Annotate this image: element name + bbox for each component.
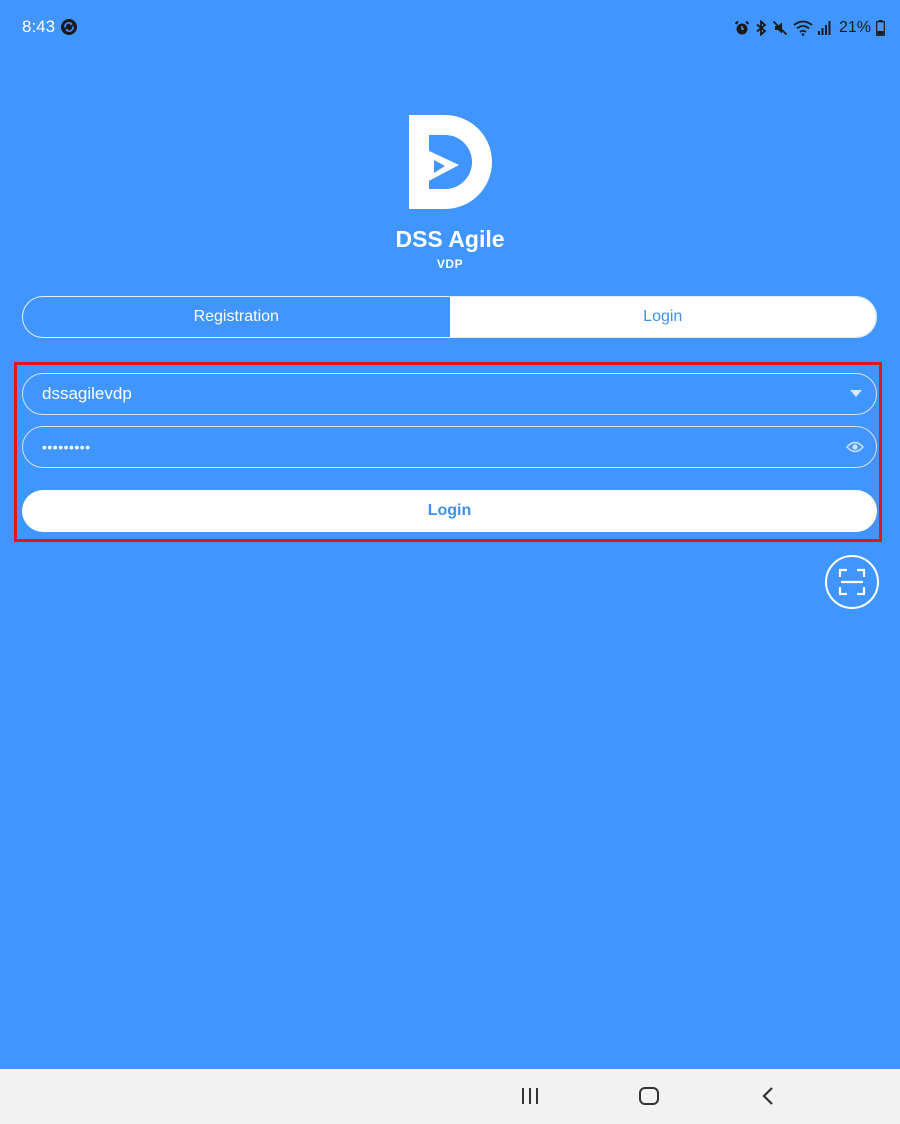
signal-icon bbox=[818, 21, 831, 35]
mute-icon bbox=[772, 20, 788, 36]
status-icons: 21% bbox=[734, 18, 885, 38]
battery-percentage: 21% bbox=[839, 19, 872, 36]
scan-icon bbox=[838, 568, 866, 596]
bluetooth-icon bbox=[756, 20, 767, 36]
recent-apps-icon[interactable] bbox=[520, 1085, 540, 1107]
scan-qr-button[interactable] bbox=[825, 555, 879, 609]
alarm-icon bbox=[734, 20, 750, 35]
show-password-eye-icon[interactable] bbox=[846, 440, 864, 454]
back-icon[interactable] bbox=[758, 1085, 778, 1107]
dropdown-arrow-icon[interactable] bbox=[850, 390, 862, 398]
app-subtitle: VDP bbox=[436, 257, 464, 271]
username-value: dssagilevdp bbox=[42, 384, 132, 403]
home-icon[interactable] bbox=[638, 1085, 660, 1107]
sync-icon bbox=[61, 19, 77, 35]
system-nav-bar bbox=[0, 1069, 900, 1124]
login-button[interactable]: Login bbox=[22, 490, 877, 532]
password-field[interactable]: ••••••••• bbox=[22, 426, 877, 468]
password-value: ••••••••• bbox=[42, 439, 91, 455]
username-field[interactable]: dssagilevdp bbox=[22, 373, 877, 415]
app-name: DSS Agile bbox=[395, 226, 505, 252]
battery-icon bbox=[876, 20, 885, 36]
tab-login[interactable]: Login bbox=[449, 297, 876, 337]
wifi-icon bbox=[793, 20, 813, 36]
status-time: 8:43 bbox=[22, 17, 56, 36]
dss-agile-logo bbox=[409, 115, 492, 209]
auth-tab-switch: Registration Login bbox=[22, 296, 877, 338]
tab-registration[interactable]: Registration bbox=[23, 297, 450, 337]
